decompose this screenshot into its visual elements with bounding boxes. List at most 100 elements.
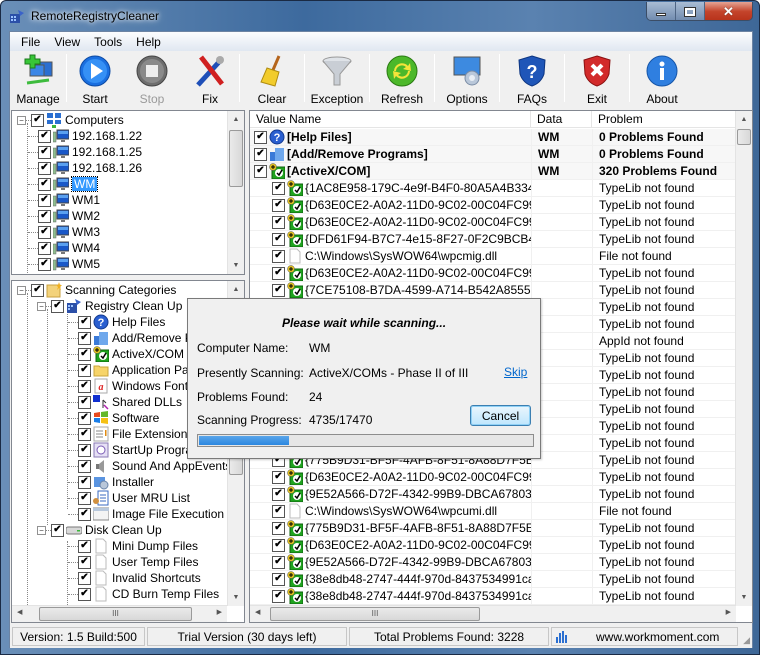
table-row[interactable]: ✔ C:\Windows\SysWOW64\wpcmig.dll File not … bbox=[250, 247, 738, 265]
table-row[interactable]: ✔ {DFD61F94-B7C7-4e15-8F27-0F2C9BCB420C} T… bbox=[250, 230, 738, 248]
tree-node-category[interactable]: ✔ CD Burn Temp Files bbox=[68, 586, 219, 602]
table-row[interactable]: ✔ {7CE75108-B7DA-4599-A714-B542A8555357} T… bbox=[250, 281, 738, 299]
tree-node-category[interactable]: ✔? Help Files bbox=[68, 314, 165, 330]
clear-button[interactable]: Clear bbox=[240, 51, 304, 106]
tree-node-group[interactable]: − ✔ Disk Clean Up bbox=[37, 522, 162, 538]
checkbox[interactable]: ✔ bbox=[78, 459, 91, 473]
checkbox[interactable]: ✔ bbox=[272, 555, 285, 569]
checkbox[interactable]: ✔ bbox=[78, 331, 91, 345]
checkbox[interactable]: ✔ bbox=[78, 587, 91, 601]
collapse-icon[interactable]: − bbox=[37, 525, 46, 535]
checkbox[interactable]: ✔ bbox=[272, 215, 285, 229]
checkbox[interactable]: ✔ bbox=[78, 347, 91, 361]
checkbox[interactable]: ✔ bbox=[78, 379, 91, 393]
checkbox[interactable]: ✔ bbox=[78, 507, 91, 521]
table-row[interactable]: ✔ {D63E0CE2-A0A2-11D0-9C02-00C04FC99C8E} T… bbox=[250, 264, 738, 282]
checkbox[interactable]: ✔ bbox=[272, 181, 285, 195]
checkbox[interactable]: ✔ bbox=[272, 266, 285, 280]
tree-node-computer[interactable]: ✔ WM5 bbox=[28, 256, 100, 272]
checkbox[interactable]: ✔ bbox=[272, 538, 285, 552]
computers-tree[interactable]: − ✔ Computers ✔ 192.168.1.22 ✔ 192.168.1.25… bbox=[11, 110, 245, 275]
skip-link[interactable]: Skip bbox=[504, 365, 527, 379]
checkbox[interactable]: ✔ bbox=[51, 299, 64, 313]
group-row[interactable]: ✔ [Add/Remove Programs] WM 0 Problems Found bbox=[250, 145, 738, 163]
checkbox[interactable]: ✔ bbox=[78, 427, 91, 441]
tree-node-computer[interactable]: ✔ WM bbox=[28, 176, 99, 192]
checkbox[interactable]: ✔ bbox=[38, 209, 51, 223]
title-bar[interactable]: RemoteRegistryCleaner ✕ bbox=[1, 1, 760, 31]
status-website[interactable]: www.workmoment.com bbox=[551, 627, 738, 646]
about-button[interactable]: About bbox=[630, 51, 694, 106]
table-row[interactable]: ✔ {9E52A566-D72F-4342-99B9-DBCA6780385F} T… bbox=[250, 485, 738, 503]
tree-node-computer[interactable]: ✔ WM4 bbox=[28, 240, 100, 256]
scroll-up-icon[interactable]: ▲ bbox=[736, 111, 752, 128]
options-button[interactable]: Options bbox=[435, 51, 499, 106]
tree-node-computer[interactable]: ✔ WM1 bbox=[28, 192, 100, 208]
tree-node-group[interactable]: − ✔ Registry Clean Up bbox=[37, 298, 182, 314]
scroll-down-icon[interactable]: ▼ bbox=[228, 589, 244, 606]
menu-help[interactable]: Help bbox=[129, 35, 168, 49]
checkbox[interactable]: ✔ bbox=[272, 470, 285, 484]
menu-view[interactable]: View bbox=[47, 35, 87, 49]
column-value-name[interactable]: Value Name bbox=[250, 111, 531, 128]
tree-node-category[interactable]: ✔ Image File Execution Options bbox=[68, 506, 244, 522]
table-row[interactable]: ✔ {D63E0CE2-A0A2-11D0-9C02-00C04FC99C8E} T… bbox=[250, 213, 738, 231]
resize-grip-icon[interactable]: ◢ bbox=[743, 635, 750, 646]
checkbox[interactable]: ✔ bbox=[272, 504, 285, 518]
checkbox[interactable]: ✔ bbox=[78, 363, 91, 377]
checkbox[interactable]: ✔ bbox=[31, 113, 44, 127]
scroll-thumb[interactable] bbox=[737, 129, 751, 145]
checkbox[interactable]: ✔ bbox=[272, 232, 285, 246]
table-row[interactable]: ✔ {9E52A566-D72F-4342-99B9-DBCA6780385F} T… bbox=[250, 553, 738, 571]
tree-node-computer[interactable]: ✔ 192.168.1.26 bbox=[28, 160, 142, 176]
checkbox[interactable]: ✔ bbox=[38, 129, 51, 143]
checkbox[interactable]: ✔ bbox=[272, 487, 285, 501]
refresh-button[interactable]: Refresh bbox=[370, 51, 434, 106]
checkbox[interactable]: ✔ bbox=[254, 164, 267, 178]
results-hscrollbar[interactable]: ◀ III ▶ bbox=[250, 605, 736, 622]
checkbox[interactable]: ✔ bbox=[78, 443, 91, 457]
scroll-thumb[interactable] bbox=[229, 130, 243, 187]
tree-node-computer[interactable]: ✔ WM3 bbox=[28, 224, 100, 240]
stop-button[interactable]: Stop bbox=[123, 51, 181, 106]
faqs-button[interactable]: ? FAQs bbox=[500, 51, 564, 106]
close-button[interactable]: ✕ bbox=[705, 2, 752, 20]
tree-node-category[interactable]: ✔ ActiveX/COM bbox=[68, 346, 184, 362]
table-row[interactable]: ✔ {38e8db48-2747-444f-970d-8437534991ca} T… bbox=[250, 587, 738, 605]
checkbox[interactable]: ✔ bbox=[38, 161, 51, 175]
scroll-left-icon[interactable]: ◀ bbox=[255, 608, 260, 616]
checkbox[interactable]: ✔ bbox=[78, 539, 91, 553]
tree-node-computer[interactable]: ✔ WM2 bbox=[28, 208, 100, 224]
checkbox[interactable]: ✔ bbox=[31, 283, 44, 297]
table-row[interactable]: ✔ C:\Windows\SysWOW64\wpcumi.dll File not … bbox=[250, 502, 738, 520]
checkbox[interactable]: ✔ bbox=[272, 572, 285, 586]
checkbox[interactable]: ✔ bbox=[254, 130, 267, 144]
tree-node-computer[interactable]: ✔ 192.168.1.25 bbox=[28, 144, 142, 160]
menu-tools[interactable]: Tools bbox=[87, 35, 129, 49]
scroll-up-icon[interactable]: ▲ bbox=[228, 111, 244, 128]
tree-node-computer[interactable]: ✔ 192.168.1.22 bbox=[28, 128, 142, 144]
checkbox[interactable]: ✔ bbox=[272, 589, 285, 603]
checkbox[interactable]: ✔ bbox=[38, 241, 51, 255]
tree-node-scanning-categories[interactable]: − ✔ Scanning Categories bbox=[17, 282, 176, 298]
scroll-down-icon[interactable]: ▼ bbox=[736, 589, 752, 606]
group-row[interactable]: ✔ [ActiveX/COM] WM 320 Problems Found bbox=[250, 162, 738, 180]
cancel-button[interactable]: Cancel bbox=[470, 405, 531, 426]
scroll-thumb[interactable]: III bbox=[270, 607, 480, 621]
checkbox[interactable]: ✔ bbox=[38, 225, 51, 239]
checkbox[interactable]: ✔ bbox=[38, 145, 51, 159]
tree-node-category[interactable]: ✔ a Windows Fonts bbox=[68, 378, 194, 394]
minimize-button[interactable] bbox=[647, 2, 676, 20]
checkbox[interactable]: ✔ bbox=[78, 491, 91, 505]
checkbox[interactable]: ✔ bbox=[78, 395, 91, 409]
table-row[interactable]: ✔ {38e8db48-2747-444f-970d-8437534991ca} T… bbox=[250, 570, 738, 588]
checkbox[interactable]: ✔ bbox=[78, 555, 91, 569]
computers-scrollbar[interactable]: ▲ ▼ bbox=[227, 111, 244, 274]
checkbox[interactable]: ✔ bbox=[272, 521, 285, 535]
checkbox[interactable]: ✔ bbox=[78, 475, 91, 489]
fix-button[interactable]: Fix bbox=[181, 51, 239, 106]
collapse-icon[interactable]: − bbox=[37, 301, 46, 311]
column-problem[interactable]: Problem bbox=[592, 111, 738, 128]
checkbox[interactable]: ✔ bbox=[38, 257, 51, 271]
exception-button[interactable]: Exception bbox=[305, 51, 369, 106]
